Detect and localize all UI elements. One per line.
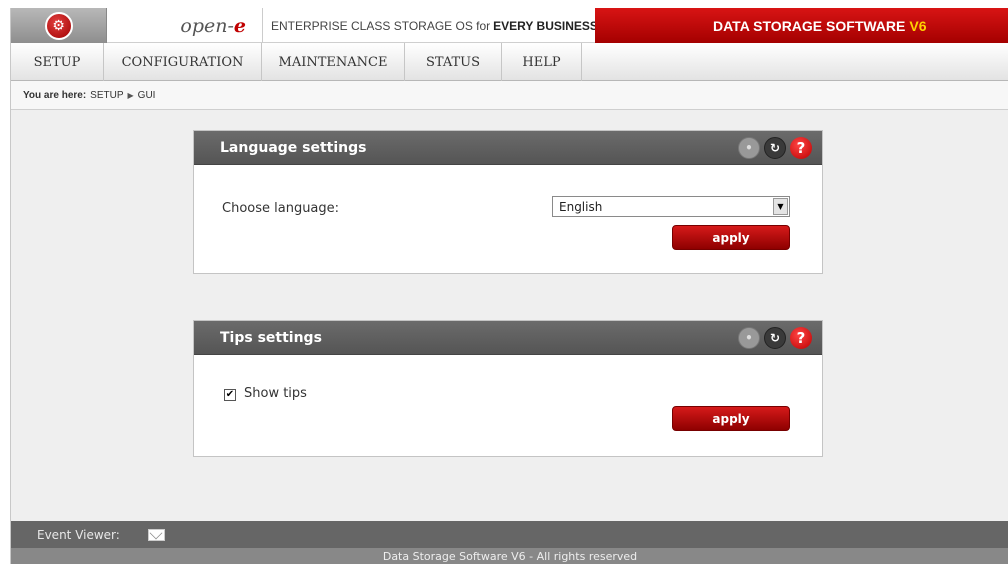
brand-logo: open-e [107,8,263,43]
tagline: ENTERPRISE CLASS STORAGE OS for EVERY BU… [271,8,601,43]
breadcrumb-item-setup[interactable]: SETUP [90,90,123,101]
loading-icon: • [738,136,760,159]
language-select-value: English [559,199,603,214]
logo[interactable]: ⚙ [11,8,107,43]
main-menu: SETUP CONFIGURATION MAINTENANCE STATUS H… [11,43,1008,81]
choose-language-label: Choose language: [222,201,340,216]
envelope-icon[interactable] [147,528,165,541]
tips-apply-button[interactable]: apply [672,406,790,431]
menu-status[interactable]: STATUS [405,43,502,81]
breadcrumb-prefix: You are here: [23,89,87,101]
menu-maintenance[interactable]: MAINTENANCE [262,43,405,81]
tagline-bold: EVERY BUSINESS [493,18,598,33]
product-version: V6 [909,17,927,34]
refresh-icon[interactable]: ↻ [764,326,786,349]
header: ⚙ open-e ENTERPRISE CLASS STORAGE OS for… [11,8,1008,43]
help-icon[interactable]: ? [790,136,812,159]
copyright-footer: Data Storage Software V6 - All rights re… [11,548,1008,564]
app-frame: ⚙ open-e ENTERPRISE CLASS STORAGE OS for… [10,8,1008,564]
tagline-start: ENTERPRISE CLASS STORAGE OS for [271,18,491,33]
show-tips-checkbox[interactable]: ✔ [224,389,236,401]
breadcrumb-item-gui: GUI [137,89,156,101]
brand-prefix: open- [180,14,234,37]
event-viewer-label: Event Viewer: [37,527,120,542]
language-select[interactable]: English ▼ [552,196,790,217]
dropdown-arrow-icon[interactable]: ▼ [773,198,788,215]
brand-suffix: e [233,14,246,37]
language-apply-button[interactable]: apply [672,225,790,250]
event-viewer-bar: Event Viewer: [11,521,1008,548]
show-tips-label: Show tips [244,386,307,401]
menu-configuration[interactable]: CONFIGURATION [104,43,262,81]
chevron-right-icon: ▶ [127,90,134,100]
panel-header: Tips settings • ↻ ? [194,321,822,355]
wrench-icon: ⚙ [44,11,73,40]
loading-icon: • [738,326,760,349]
help-icon[interactable]: ? [790,326,812,349]
product-banner: DATA STORAGE SOFTWARE V6 [595,8,1008,43]
refresh-icon[interactable]: ↻ [764,136,786,159]
menu-setup[interactable]: SETUP [11,43,104,81]
panel-header: Language settings • ↻ ? [194,131,822,165]
tips-settings-panel: Tips settings • ↻ ? ✔ Show tips apply [193,320,823,457]
panel-title: Language settings [220,139,367,156]
panel-title: Tips settings [220,329,322,346]
product-name: DATA STORAGE SOFTWARE [713,17,906,34]
menu-help[interactable]: HELP [502,43,582,81]
breadcrumb: You are here: SETUP ▶ GUI [11,81,1008,110]
language-settings-panel: Language settings • ↻ ? Choose language:… [193,130,823,274]
